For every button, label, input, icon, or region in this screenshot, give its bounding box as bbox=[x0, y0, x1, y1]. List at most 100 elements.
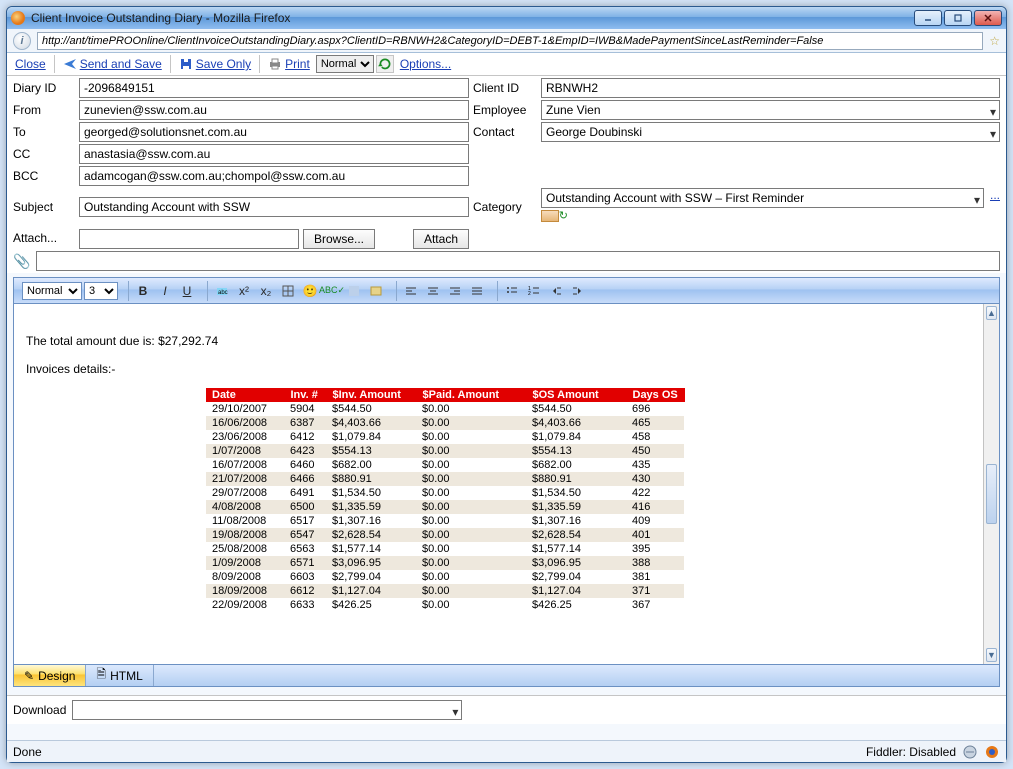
close-window-button[interactable] bbox=[974, 10, 1002, 26]
attachments-list[interactable] bbox=[36, 251, 1000, 271]
outdent-button[interactable] bbox=[546, 281, 566, 301]
underline-button[interactable]: U bbox=[177, 281, 197, 301]
insert-emoji-button[interactable]: 🙂 bbox=[300, 281, 320, 301]
download-select[interactable] bbox=[72, 700, 462, 720]
table-cell: 416 bbox=[626, 500, 684, 514]
category-select[interactable]: Outstanding Account with SSW – First Rem… bbox=[541, 188, 984, 208]
table-cell: 11/08/2008 bbox=[206, 514, 284, 528]
highlight-button[interactable]: abc bbox=[212, 281, 232, 301]
insert-table-button[interactable] bbox=[278, 281, 298, 301]
table-row: 16/07/20086460$682.00$0.00$682.00435 bbox=[206, 458, 684, 472]
bold-button[interactable]: B bbox=[133, 281, 153, 301]
table-cell: $0.00 bbox=[416, 556, 526, 570]
browse-button[interactable]: Browse... bbox=[303, 229, 375, 249]
superscript-button[interactable]: x² bbox=[234, 281, 254, 301]
table-row: 22/09/20086633$426.25$0.00$426.25367 bbox=[206, 598, 684, 612]
diary-id-field[interactable] bbox=[79, 78, 469, 98]
category-refresh-icon[interactable] bbox=[541, 210, 559, 222]
send-and-save-label: Send and Save bbox=[80, 57, 162, 71]
italic-button[interactable]: I bbox=[155, 281, 175, 301]
scroll-up-icon[interactable]: ▲ bbox=[986, 306, 997, 320]
indent-button[interactable] bbox=[568, 281, 588, 301]
print-icon bbox=[268, 57, 282, 71]
align-justify-button[interactable] bbox=[467, 281, 487, 301]
style-select[interactable]: Normal bbox=[22, 282, 82, 300]
subscript-button[interactable]: x₂ bbox=[256, 281, 276, 301]
bullet-list-button[interactable] bbox=[502, 281, 522, 301]
table-cell: 371 bbox=[626, 584, 684, 598]
firefox-status-icon[interactable] bbox=[984, 744, 1000, 760]
table-cell: $2,628.54 bbox=[326, 528, 416, 542]
status-right: Fiddler: Disabled bbox=[866, 745, 956, 759]
url-field[interactable]: http://ant/timePROOnline/ClientInvoiceOu… bbox=[37, 32, 983, 50]
table-cell: 5904 bbox=[284, 402, 326, 416]
invoice-col-header: $Inv. Amount bbox=[326, 388, 416, 402]
editor-toolbar: Normal 3 B I U abc x² x₂ 🙂 ABC✓ bbox=[14, 278, 999, 304]
table-row: 11/08/20086517$1,307.16$0.00$1,307.16409 bbox=[206, 514, 684, 528]
align-center-button[interactable] bbox=[423, 281, 443, 301]
table-cell: $4,403.66 bbox=[526, 416, 626, 430]
contact-label: Contact bbox=[473, 125, 537, 139]
table-cell: $880.91 bbox=[326, 472, 416, 486]
maximize-button[interactable] bbox=[944, 10, 972, 26]
refresh-button[interactable] bbox=[376, 55, 394, 73]
table-cell: $1,079.84 bbox=[526, 430, 626, 444]
subject-field[interactable] bbox=[79, 197, 469, 217]
minimize-button[interactable] bbox=[914, 10, 942, 26]
employee-label: Employee bbox=[473, 103, 537, 117]
table-cell: $0.00 bbox=[416, 458, 526, 472]
options-link[interactable]: Options... bbox=[396, 56, 455, 72]
table-cell: $2,799.04 bbox=[526, 570, 626, 584]
table-cell: 16/07/2008 bbox=[206, 458, 284, 472]
attach-label: Attach... bbox=[13, 231, 75, 245]
font-size-select[interactable]: 3 bbox=[84, 282, 118, 300]
scroll-down-icon[interactable]: ▼ bbox=[986, 648, 997, 662]
table-cell: 23/06/2008 bbox=[206, 430, 284, 444]
save-only-link[interactable]: Save Only bbox=[175, 56, 255, 72]
table-cell: $544.50 bbox=[526, 402, 626, 416]
table-row: 1/09/20086571$3,096.95$0.00$3,096.95388 bbox=[206, 556, 684, 570]
editor-scrollbar[interactable]: ▲ ▼ bbox=[983, 304, 999, 664]
table-row: 1/07/20086423$554.13$0.00$554.13450 bbox=[206, 444, 684, 458]
table-cell: $0.00 bbox=[416, 584, 526, 598]
grid-button[interactable] bbox=[344, 281, 364, 301]
table-row: 23/06/20086412$1,079.84$0.00$1,079.84458 bbox=[206, 430, 684, 444]
view-mode-select[interactable]: Normal bbox=[316, 55, 374, 73]
table-cell: $0.00 bbox=[416, 570, 526, 584]
table-cell: 696 bbox=[626, 402, 684, 416]
tab-html[interactable]: 🗎 HTML bbox=[86, 665, 153, 686]
align-right-button[interactable] bbox=[445, 281, 465, 301]
editor-body[interactable]: The total amount due is: $27,292.74 Invo… bbox=[14, 304, 999, 664]
category-more-link[interactable]: ... bbox=[990, 188, 1000, 202]
scroll-thumb[interactable] bbox=[986, 464, 997, 524]
bookmark-star-icon[interactable]: ☆ bbox=[989, 34, 1000, 48]
number-list-button[interactable]: 12 bbox=[524, 281, 544, 301]
bcc-field[interactable] bbox=[79, 166, 469, 186]
attach-path-field[interactable] bbox=[79, 229, 299, 249]
page-info-icon[interactable]: i bbox=[13, 32, 31, 50]
to-field[interactable] bbox=[79, 122, 469, 142]
align-left-button[interactable] bbox=[401, 281, 421, 301]
attach-button[interactable]: Attach bbox=[413, 229, 469, 249]
table-cell: 6517 bbox=[284, 514, 326, 528]
to-label: To bbox=[13, 125, 75, 139]
image-button[interactable] bbox=[366, 281, 386, 301]
fiddler-icon[interactable] bbox=[962, 744, 978, 760]
print-label: Print bbox=[285, 57, 310, 71]
employee-select[interactable]: Zune Vien bbox=[541, 100, 1000, 120]
send-and-save-link[interactable]: Send and Save bbox=[59, 56, 166, 72]
tab-design[interactable]: ✎ Design bbox=[14, 665, 86, 686]
table-cell: $0.00 bbox=[416, 598, 526, 612]
contact-select[interactable]: George Doubinski bbox=[541, 122, 1000, 142]
close-link[interactable]: Close bbox=[11, 56, 50, 72]
client-id-field[interactable] bbox=[541, 78, 1000, 98]
table-cell: $1,577.14 bbox=[326, 542, 416, 556]
print-link[interactable]: Print bbox=[264, 56, 314, 72]
table-row: 21/07/20086466$880.91$0.00$880.91430 bbox=[206, 472, 684, 486]
cc-field[interactable] bbox=[79, 144, 469, 164]
spellcheck-button[interactable]: ABC✓ bbox=[322, 281, 342, 301]
table-cell: $0.00 bbox=[416, 486, 526, 500]
from-field[interactable] bbox=[79, 100, 469, 120]
svg-text:2: 2 bbox=[528, 291, 531, 297]
table-cell: 1/09/2008 bbox=[206, 556, 284, 570]
